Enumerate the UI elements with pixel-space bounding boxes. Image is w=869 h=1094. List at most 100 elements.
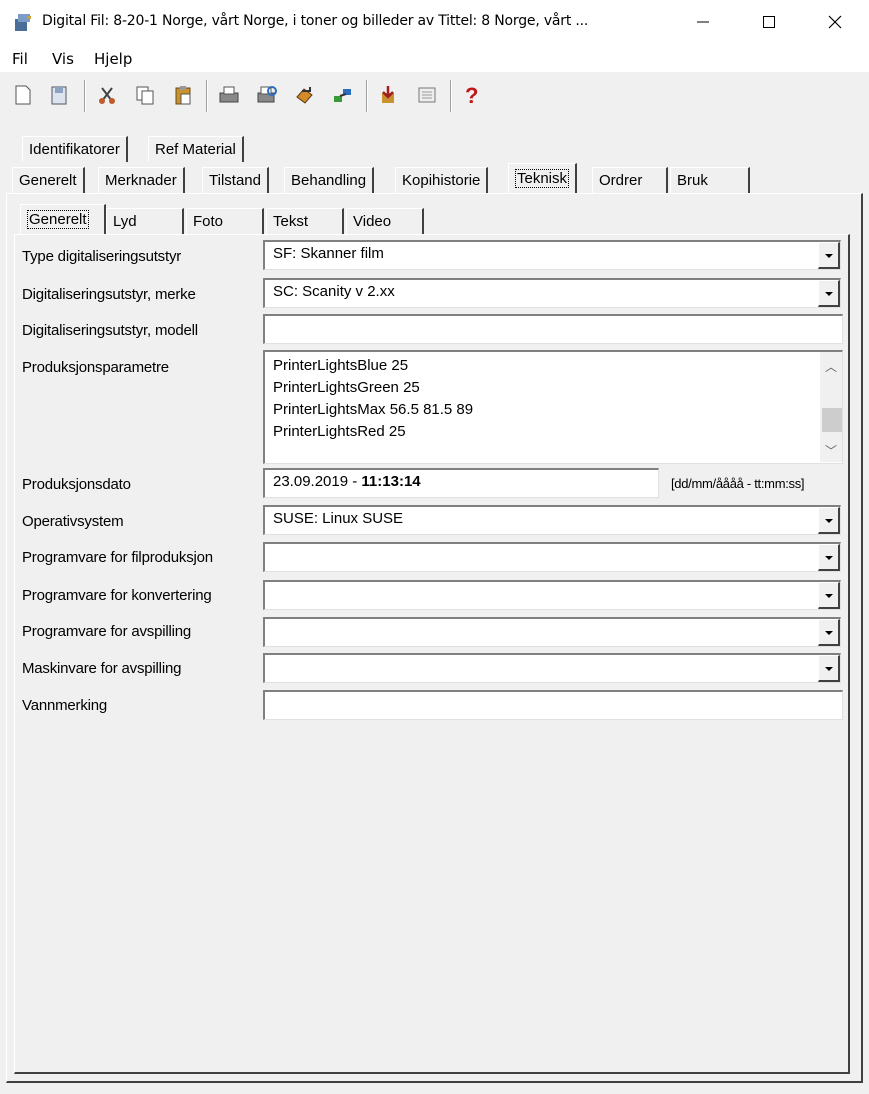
scroll-thumb[interactable] — [822, 408, 842, 432]
merke-select[interactable]: SC: Scanity v 2.xx — [263, 278, 841, 308]
param-scrollbar[interactable]: ︿ ﹀ — [820, 352, 842, 462]
menu-vis[interactable]: Vis — [52, 50, 74, 68]
dato-time: 11:13:14 — [361, 473, 421, 490]
maximize-button[interactable] — [746, 0, 792, 44]
param-line: PrinterLightsGreen 25 — [273, 379, 420, 396]
vann-input[interactable] — [263, 690, 843, 720]
paste-icon — [175, 86, 191, 105]
tab-tilstand[interactable]: Tilstand — [202, 167, 269, 193]
tab-label: Tekst — [273, 213, 309, 230]
os-value: SUSE: Linux SUSE — [273, 510, 404, 527]
maximize-icon — [763, 16, 775, 28]
window-title: Digital Fil: 8-20-1 Norge, vårt Norge, i… — [42, 13, 589, 29]
help-button[interactable]: ? — [458, 82, 484, 108]
cut-button[interactable] — [94, 82, 120, 108]
os-label: Operativsystem — [22, 513, 124, 530]
tab-merknader[interactable]: Merknader — [98, 167, 185, 193]
subtab-video[interactable]: Video — [346, 208, 424, 234]
param-line: PrinterLightsRed 25 — [273, 423, 406, 440]
new-button[interactable] — [10, 82, 36, 108]
minimize-button[interactable] — [680, 0, 726, 44]
tab-generelt[interactable]: Generelt — [12, 167, 85, 193]
refresh-icon — [296, 87, 313, 104]
scroll-down-icon[interactable]: ﹀ — [820, 440, 842, 460]
avsp-select[interactable] — [263, 617, 841, 647]
type-value: SF: Skanner film — [273, 245, 384, 262]
print-preview-button[interactable] — [254, 82, 280, 108]
tab-identifikatorer[interactable]: Identifikatorer — [22, 136, 128, 162]
help-icon: ? — [465, 84, 478, 106]
dato-format-hint: [dd/mm/åååå - tt:mm:ss] — [671, 476, 805, 491]
modell-input[interactable] — [263, 314, 843, 344]
subtab-generelt[interactable]: Generelt — [20, 204, 106, 234]
toolbar: ? — [0, 76, 869, 116]
scroll-up-icon[interactable]: ︿ — [820, 356, 842, 376]
os-select[interactable]: SUSE: Linux SUSE — [263, 505, 841, 535]
subtab-lyd[interactable]: Lyd — [106, 208, 184, 234]
refresh-button[interactable] — [292, 82, 318, 108]
minimize-icon — [697, 21, 709, 23]
tab-label: Generelt — [27, 210, 89, 229]
tab-label: Lyd — [113, 213, 137, 230]
konv-select[interactable] — [263, 580, 841, 610]
filprod-select[interactable] — [263, 542, 841, 572]
modell-label: Digitaliseringsutstyr, modell — [22, 322, 198, 339]
param-textarea[interactable]: PrinterLightsBlue 25 PrinterLightsGreen … — [263, 350, 843, 464]
title-bar: Digital Fil: 8-20-1 Norge, vårt Norge, i… — [0, 0, 869, 44]
import-icon — [382, 86, 394, 103]
konv-label: Programvare for konvertering — [22, 587, 212, 604]
tab-behandling[interactable]: Behandling — [284, 167, 375, 193]
dropdown-arrow-icon[interactable] — [818, 544, 840, 571]
tab-kopihistorie[interactable]: Kopihistorie — [395, 167, 489, 193]
type-label: Type digitaliseringsutstyr — [22, 248, 182, 265]
param-line: PrinterLightsMax 56.5 81.5 89 — [273, 401, 474, 418]
type-select[interactable]: SF: Skanner film — [263, 240, 841, 270]
toolbar-separator — [366, 80, 368, 112]
close-icon — [828, 15, 842, 29]
import-button[interactable] — [376, 82, 402, 108]
dato-label: Produksjonsdato — [22, 476, 131, 493]
tab-ref-material[interactable]: Ref Material — [148, 136, 244, 162]
dropdown-arrow-icon[interactable] — [818, 242, 840, 269]
dropdown-arrow-icon[interactable] — [818, 582, 840, 609]
tab-bruk[interactable]: Bruk — [670, 167, 750, 193]
dropdown-arrow-icon[interactable] — [818, 619, 840, 646]
tab-label: Ordrer — [599, 172, 643, 189]
tab-teknisk[interactable]: Teknisk — [508, 163, 578, 193]
dropdown-arrow-icon[interactable] — [818, 280, 840, 307]
tab-label: Identifikatorer — [29, 141, 120, 158]
list-icon — [418, 87, 436, 103]
mask-select[interactable] — [263, 653, 841, 683]
tab-label: Generelt — [19, 172, 77, 189]
app-icon — [15, 14, 31, 31]
filprod-label: Programvare for filproduksjon — [22, 549, 213, 566]
open-icon — [51, 86, 67, 105]
merke-value: SC: Scanity v 2.xx — [273, 283, 395, 300]
menu-bar: Fil Vis Hjelp — [0, 44, 869, 72]
open-button[interactable] — [46, 82, 72, 108]
copy-button[interactable] — [132, 82, 158, 108]
tab-label: Kopihistorie — [402, 172, 481, 189]
link-icon — [334, 89, 351, 102]
tab-label: Tilstand — [209, 172, 261, 189]
toolbar-separator — [450, 80, 452, 112]
copy-icon — [136, 86, 154, 105]
menu-fil[interactable]: Fil — [12, 50, 28, 68]
link-button[interactable] — [330, 82, 356, 108]
dropdown-arrow-icon[interactable] — [818, 655, 840, 682]
close-button[interactable] — [812, 0, 858, 44]
tab-ordrer[interactable]: Ordrer — [592, 167, 668, 193]
subtab-foto[interactable]: Foto — [186, 208, 264, 234]
tab-label: Ref Material — [155, 141, 236, 158]
list-button[interactable] — [414, 82, 440, 108]
svg-text:?: ? — [465, 84, 478, 106]
print-button[interactable] — [216, 82, 242, 108]
subtab-tekst[interactable]: Tekst — [266, 208, 344, 234]
mask-label: Maskinvare for avspilling — [22, 660, 182, 677]
dropdown-arrow-icon[interactable] — [818, 507, 840, 534]
paste-button[interactable] — [170, 82, 196, 108]
vann-label: Vannmerking — [22, 697, 108, 714]
dato-input[interactable]: 23.09.2019 - 11:13:14 — [263, 468, 659, 498]
cut-icon — [99, 87, 115, 104]
menu-hjelp[interactable]: Hjelp — [94, 50, 132, 68]
